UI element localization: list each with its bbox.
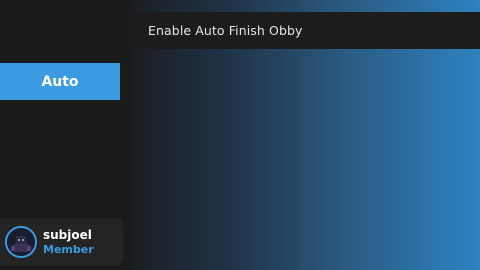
auto-finish-obby-toggle[interactable]: Enable Auto Finish Obby	[130, 12, 480, 49]
user-card: subjoel Member	[0, 219, 123, 265]
tab-auto-label: Auto	[41, 73, 79, 90]
app-window: Auto Enable Auto Finish Obby subjoel Mem…	[0, 0, 480, 270]
avatar-image	[7, 228, 35, 256]
avatar-icon	[5, 226, 37, 258]
user-info: subjoel Member	[43, 227, 94, 256]
username: subjoel	[43, 227, 92, 242]
user-role: Member	[43, 242, 94, 256]
tab-auto[interactable]: Auto	[0, 63, 120, 100]
auto-finish-obby-label: Enable Auto Finish Obby	[148, 23, 303, 38]
